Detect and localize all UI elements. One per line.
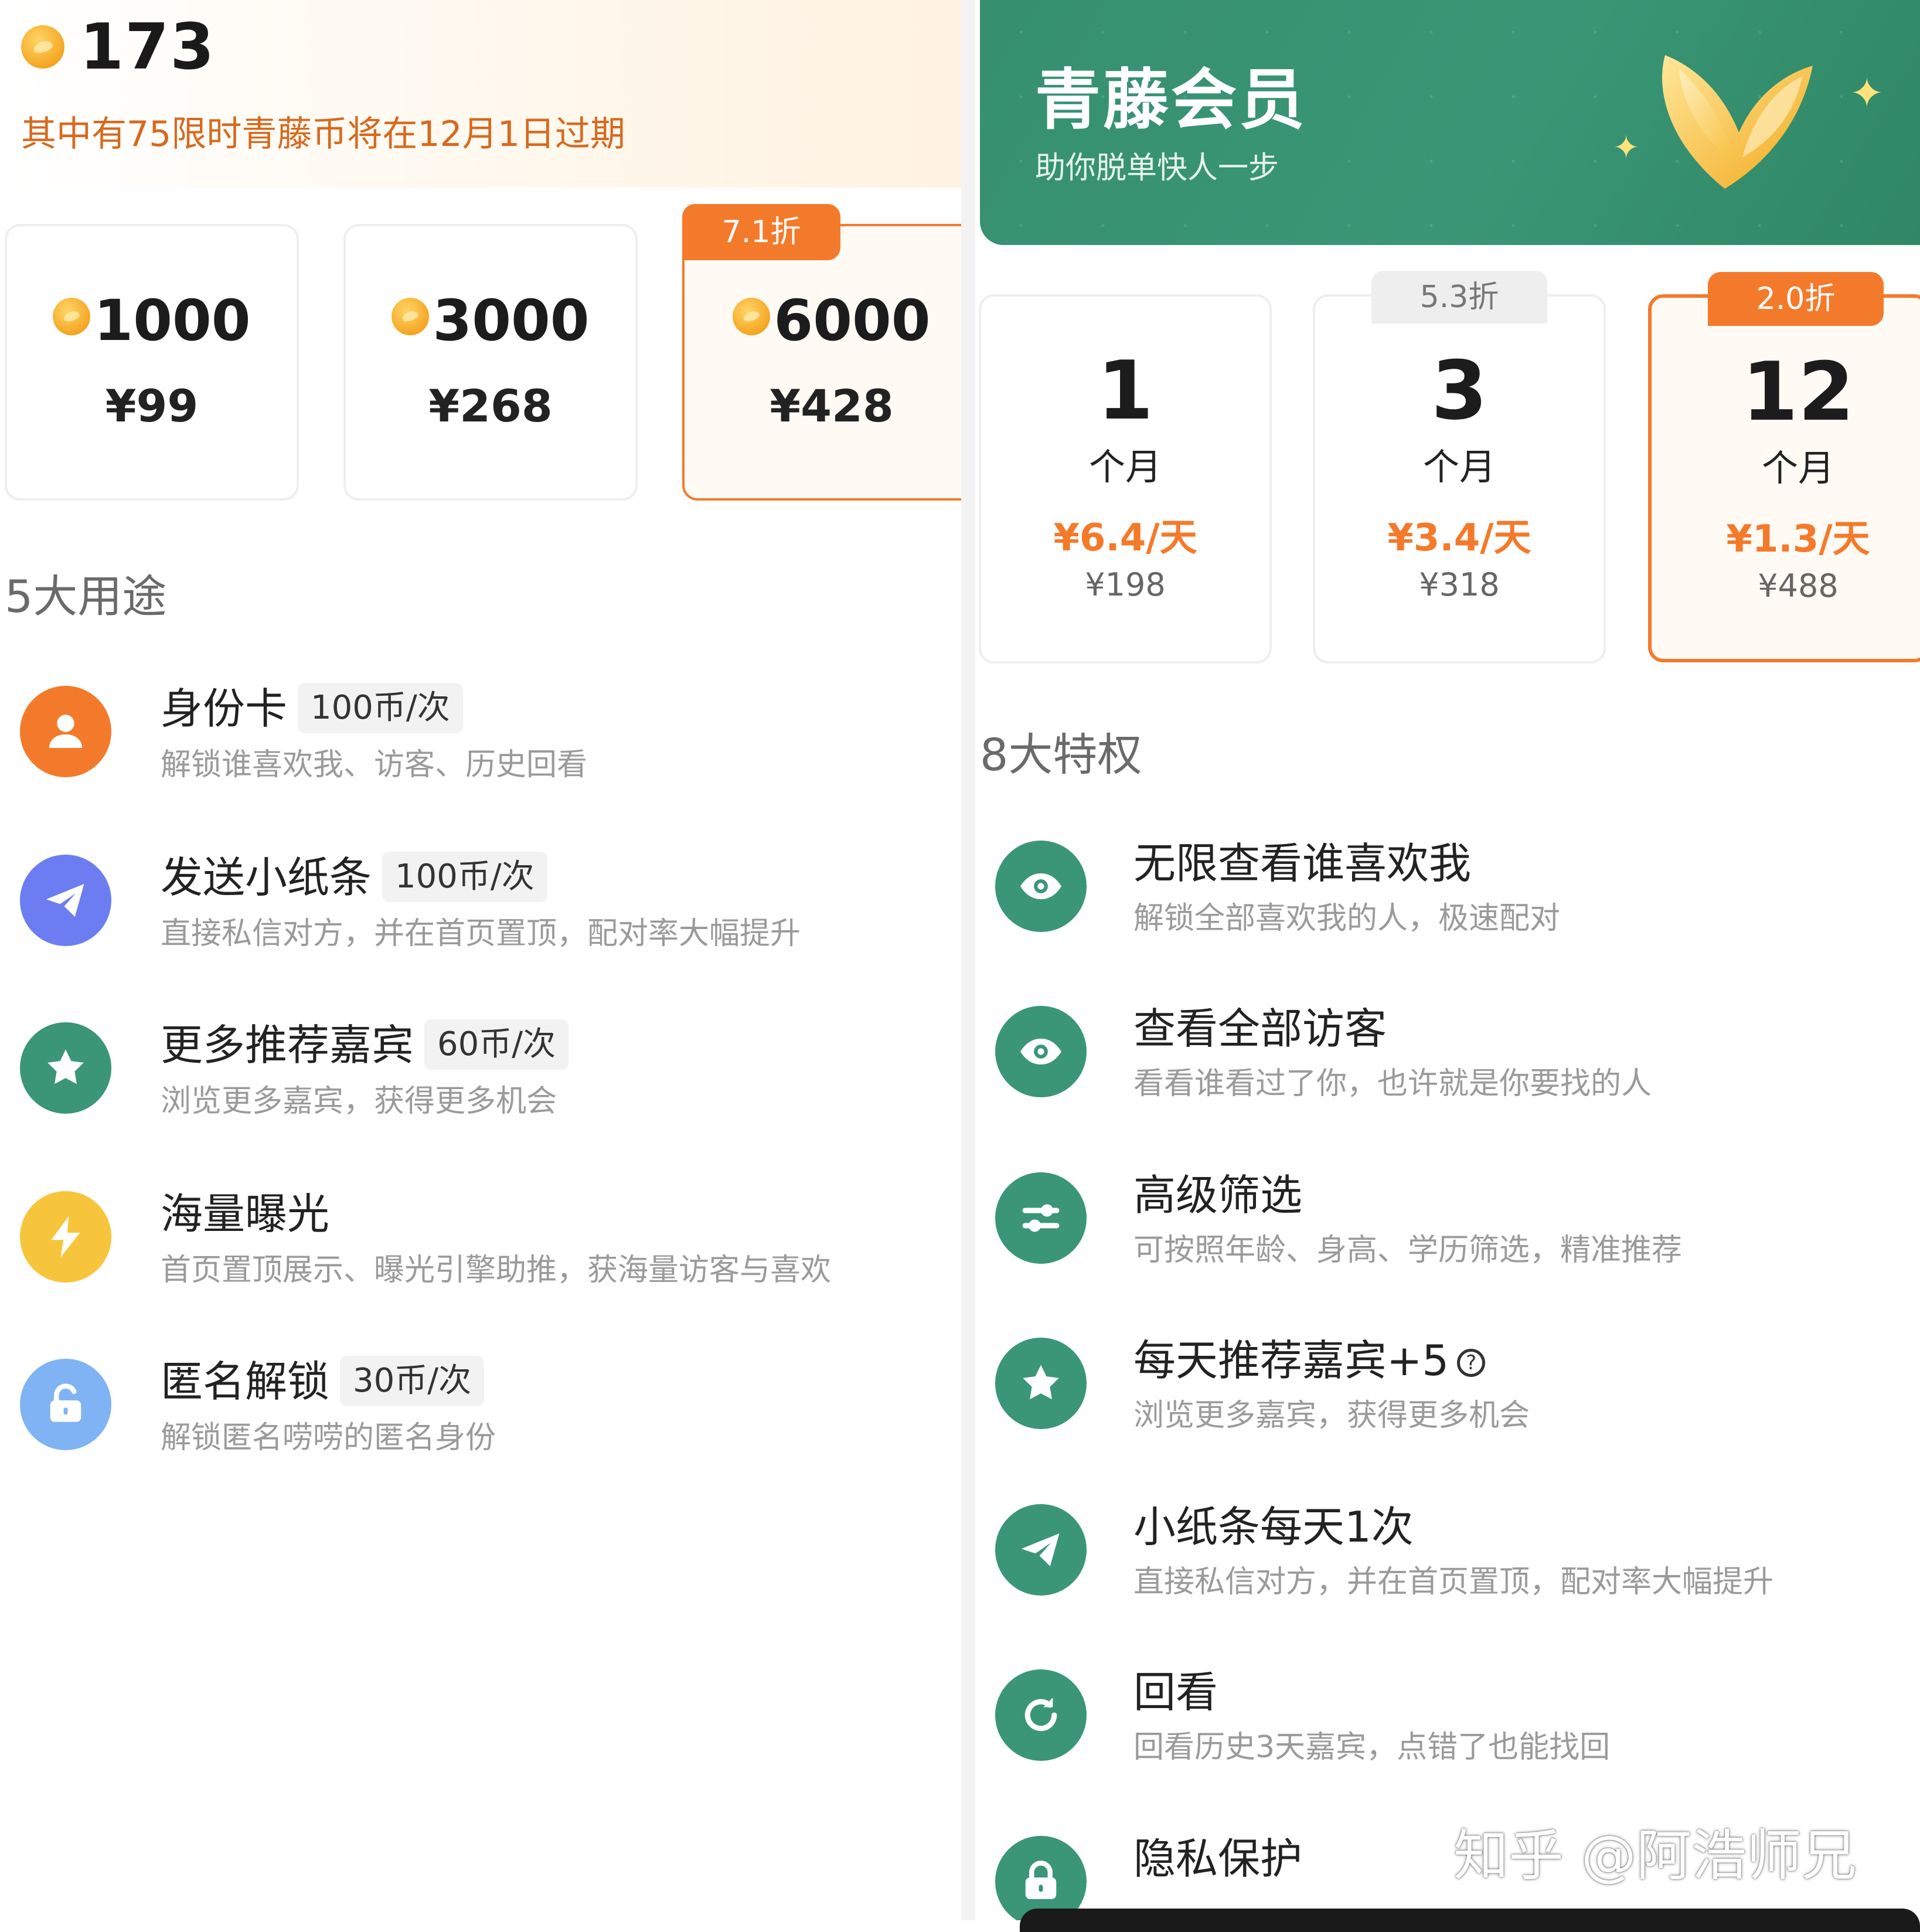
vine-leaf-logo-icon (1662, 55, 1813, 189)
use-title: 匿名解锁 (161, 1357, 330, 1406)
privileges-section-title: 8大特权 (980, 729, 1142, 781)
uses-section-title: 5大用途 (5, 570, 167, 623)
vip-subtitle: 助你脱单快人一步 (1035, 151, 1279, 186)
vip-plan-12-months[interactable]: 12 个月 ¥1.3/天 ¥488 (1648, 294, 1920, 662)
privilege-title: 小纸条每天1次 (1133, 1502, 1414, 1552)
lock-icon (995, 1836, 1087, 1920)
use-price-tag: 60币/次 (424, 1019, 569, 1070)
panel-divider (961, 0, 975, 1920)
coin-icon (733, 298, 771, 335)
use-price-tag: 30币/次 (340, 1356, 485, 1406)
plan-months: 12 (1741, 345, 1855, 439)
privilege-item-all-visitors[interactable]: 查看全部访客 看看谁看过了你，也许就是你要找的人 (975, 994, 1920, 1135)
package-amount: 1000 (94, 288, 251, 353)
sliders-icon (995, 1172, 1087, 1264)
privilege-title: 每天推荐嘉宾+5 (1133, 1336, 1449, 1385)
coin-icon (21, 25, 64, 69)
plan-total-price: ¥488 (1758, 567, 1839, 604)
privilege-title: 高级筛选 (1133, 1171, 1303, 1220)
privilege-item-who-likes-me[interactable]: 无限查看谁喜欢我 解锁全部喜欢我的人，极速配对 (975, 829, 1920, 970)
lightning-icon (20, 1191, 111, 1283)
discount-badge: 7.1折 (682, 204, 840, 260)
use-title: 发送小纸条 (161, 853, 372, 902)
vip-banner: 青藤会员 助你脱单快人一步 ✦ ✦ (980, 0, 1920, 245)
privilege-desc: 回看历史3天嘉宾，点错了也能找回 (1133, 1730, 1611, 1765)
privilege-desc: 直接私信对方，并在首页置顶，配对率大幅提升 (1133, 1564, 1774, 1600)
privilege-item-advanced-filter[interactable]: 高级筛选 可按照年龄、身高、学历筛选，精准推荐 (975, 1161, 1920, 1301)
use-desc: 首页置顶展示、曝光引擎助推，获海量访客与喜欢 (161, 1253, 832, 1288)
privilege-desc: 浏览更多嘉宾，获得更多机会 (1133, 1398, 1530, 1433)
sparkle-icon: ✦ (1613, 129, 1640, 166)
plan-daily-price: ¥1.3/天 (1726, 518, 1870, 561)
bottom-bar (1020, 1909, 1920, 1932)
coin-package-3000[interactable]: 3000 ¥268 (343, 224, 638, 501)
plan-total-price: ¥198 (1085, 566, 1166, 603)
use-item-identity-card[interactable]: 身份卡 100币/次 解锁谁喜欢我、访客、历史回看 (0, 674, 961, 815)
package-amount: 6000 (774, 288, 931, 353)
coin-package-1000[interactable]: 1000 ¥99 (5, 224, 299, 501)
star-icon (20, 1022, 111, 1114)
refresh-icon (995, 1669, 1087, 1761)
package-amount: 3000 (433, 288, 590, 353)
package-price: ¥268 (428, 380, 553, 432)
use-title: 更多推荐嘉宾 (161, 1021, 414, 1070)
privilege-title: 隐私保护 (1133, 1834, 1303, 1883)
star-icon (995, 1338, 1087, 1429)
plan-daily-price: ¥3.4/天 (1387, 516, 1531, 560)
package-price: ¥99 (105, 380, 199, 432)
coins-panel: 173 其中有75限时青藤币将在12月1日过期 1000 ¥99 3000 ¥2… (0, 0, 961, 1920)
sparkle-icon: ✦ (1850, 69, 1884, 117)
plan-unit: 个月 (1088, 445, 1162, 488)
coin-icon (392, 298, 430, 335)
use-price-tag: 100币/次 (382, 852, 547, 902)
paper-plane-icon (20, 855, 111, 946)
use-item-exposure[interactable]: 海量曝光 首页置顶展示、曝光引擎助推，获海量访客与喜欢 (0, 1179, 961, 1320)
privilege-item-daily-note[interactable]: 小纸条每天1次 直接私信对方，并在首页置顶，配对率大幅提升 (975, 1492, 1920, 1633)
privilege-desc: 解锁全部喜欢我的人，极速配对 (1133, 901, 1561, 936)
vip-panel: 青藤会员 助你脱单快人一步 ✦ ✦ 1 个月 ¥6.4/天 ¥198 3 个月 … (975, 0, 1920, 1920)
user-icon (20, 686, 111, 777)
use-desc: 解锁匿名唠唠的匿名身份 (161, 1420, 496, 1455)
plan-months: 1 (1097, 343, 1154, 438)
plan-daily-price: ¥6.4/天 (1053, 516, 1197, 560)
privilege-item-daily-recommend[interactable]: 每天推荐嘉宾+5? 浏览更多嘉宾，获得更多机会 (975, 1326, 1920, 1467)
use-desc: 解锁谁喜欢我、访客、历史回看 (161, 747, 588, 783)
privilege-title: 查看全部访客 (1133, 1004, 1387, 1053)
coin-expire-notice: 其中有75限时青藤币将在12月1日过期 (21, 114, 625, 155)
package-price: ¥428 (770, 380, 894, 432)
zhihu-watermark: 知乎 @阿浩师兄 (1453, 1824, 1857, 1888)
privilege-desc: 看看谁看过了你，也许就是你要找的人 (1133, 1066, 1652, 1101)
unlock-icon (20, 1359, 111, 1450)
use-item-send-note[interactable]: 发送小纸条 100币/次 直接私信对方，并在首页置顶，配对率大幅提升 (0, 843, 961, 984)
vip-plan-1-month[interactable]: 1 个月 ¥6.4/天 ¥198 (979, 294, 1272, 664)
use-desc: 浏览更多嘉宾，获得更多机会 (161, 1084, 557, 1119)
use-desc: 直接私信对方，并在首页置顶，配对率大幅提升 (161, 916, 801, 951)
coin-package-6000[interactable]: 6000 ¥428 (682, 224, 961, 501)
plan-total-price: ¥318 (1419, 566, 1500, 603)
vip-plan-3-months[interactable]: 3 个月 ¥3.4/天 ¥318 (1313, 294, 1606, 664)
use-item-anonymous-unlock[interactable]: 匿名解锁 30币/次 解锁匿名唠唠的匿名身份 (0, 1347, 961, 1488)
use-item-more-recommend[interactable]: 更多推荐嘉宾 60币/次 浏览更多嘉宾，获得更多机会 (0, 1011, 961, 1151)
eye-icon (995, 841, 1087, 932)
privilege-item-review[interactable]: 回看 回看历史3天嘉宾，点错了也能找回 (975, 1658, 1920, 1798)
privilege-title: 回看 (1133, 1668, 1218, 1717)
use-title: 身份卡 (161, 684, 288, 733)
plan-unit: 个月 (1422, 445, 1496, 488)
paper-plane-icon (995, 1504, 1087, 1596)
coin-balance-value: 173 (80, 10, 216, 84)
coin-icon (53, 298, 91, 335)
discount-badge: 5.3折 (1371, 271, 1547, 324)
plan-months: 3 (1431, 343, 1488, 438)
privilege-desc: 可按照年龄、身高、学历筛选，精准推荐 (1133, 1233, 1683, 1268)
plan-unit: 个月 (1761, 447, 1834, 489)
use-price-tag: 100币/次 (298, 683, 463, 733)
coin-balance: 173 (21, 10, 216, 84)
vip-title: 青藤会员 (1035, 62, 1307, 138)
help-icon[interactable]: ? (1457, 1349, 1486, 1377)
privilege-title: 无限查看谁喜欢我 (1133, 839, 1472, 888)
eye-icon (995, 1006, 1087, 1097)
use-title: 海量曝光 (161, 1189, 330, 1239)
discount-badge: 2.0折 (1708, 272, 1884, 326)
